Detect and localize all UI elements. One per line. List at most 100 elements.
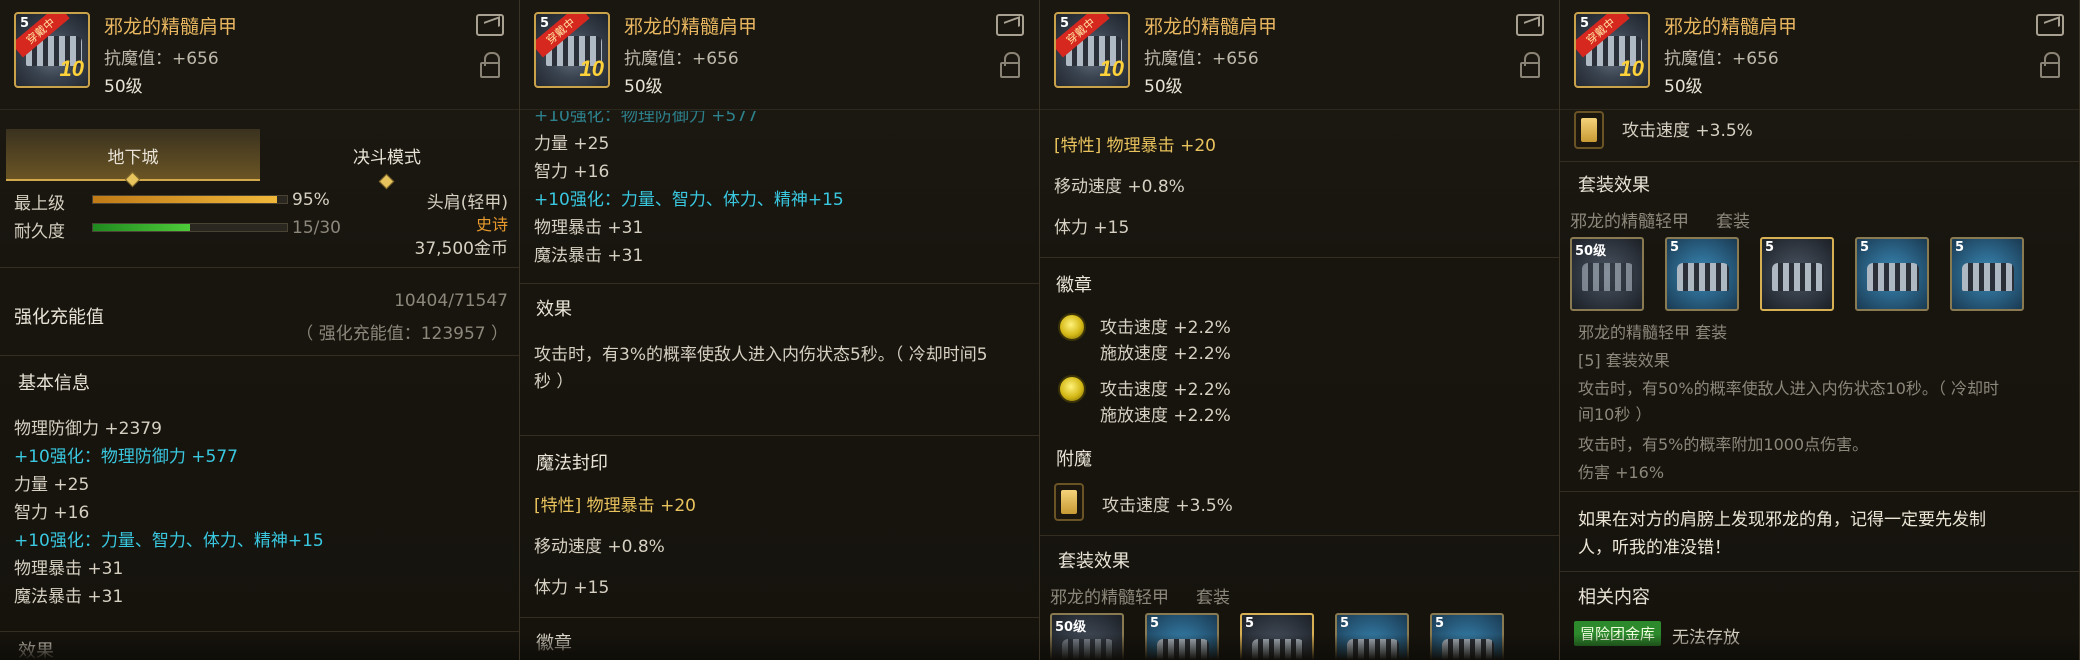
divider bbox=[0, 267, 519, 268]
max-level-bar bbox=[92, 195, 288, 204]
durability-bar bbox=[92, 223, 288, 232]
divider bbox=[0, 355, 519, 356]
icon-enhance-level: 10 bbox=[59, 56, 84, 81]
enchant-label: 附魔 bbox=[1056, 449, 1092, 470]
share-icon[interactable] bbox=[476, 14, 504, 36]
tooltip-body: 攻击速度 +3.5% 套装效果 邪龙的精髓轻甲 套装 50级 5 5 5 5 邪… bbox=[1560, 111, 2079, 660]
share-icon[interactable] bbox=[1516, 14, 1544, 36]
stat-line: 物理暴击 +31 bbox=[14, 559, 124, 579]
lock-icon[interactable] bbox=[2040, 52, 2060, 78]
item-icon[interactable]: 5 穿戴中 10 bbox=[534, 12, 610, 88]
item-level: 50级 bbox=[1144, 77, 1183, 97]
seal-trait: [特性] 物理暴击 +20 bbox=[1054, 136, 1216, 156]
armor-icon bbox=[1582, 263, 1634, 291]
emblem-gem-icon bbox=[1058, 375, 1086, 403]
bottom-fade bbox=[1040, 634, 1559, 660]
set-piece-num: 5 bbox=[1340, 616, 1350, 631]
emblem-stat: 施放速度 +2.2% bbox=[1100, 406, 1231, 426]
tooltip-body: +10强化：物理防御力 +577 力量 +25 智力 +16 +10强化：力量、… bbox=[520, 111, 1039, 660]
seal-trait: [特性] 物理暴击 +20 bbox=[534, 496, 696, 516]
tooltip-panel-4: 5 穿戴中 10 邪龙的精髓肩甲 抗魔值：+656 50级 攻击速度 +3.5%… bbox=[1560, 0, 2080, 660]
tab-dungeon[interactable]: 地下城 bbox=[6, 129, 260, 188]
charge-value: 10404/71547 bbox=[394, 291, 508, 311]
max-level-fill bbox=[93, 196, 278, 203]
bottom-fade bbox=[0, 634, 519, 660]
seal-line: 移动速度 +0.8% bbox=[1054, 177, 1185, 197]
lock-icon[interactable] bbox=[480, 52, 500, 78]
effect-text: 秒 ） bbox=[534, 372, 574, 392]
item-resist: 抗魔值：+656 bbox=[624, 49, 739, 69]
stat-line: 物理暴击 +31 bbox=[534, 218, 644, 238]
charge-label: 强化充能值 bbox=[14, 307, 104, 328]
set-piece-num: 5 bbox=[1670, 240, 1680, 255]
set-bonus-text: 攻击时，有5%的概率附加1000点伤害。 bbox=[1578, 435, 1869, 454]
effect-text: 攻击时，有3%的概率使敌人进入内伤状态5秒。（ 冷却时间5 bbox=[534, 345, 988, 365]
stat-line: +10强化：力量、智力、体力、精神+15 bbox=[534, 190, 844, 210]
set-piece-icon[interactable]: 5 bbox=[1665, 237, 1739, 311]
set-piece-icon[interactable]: 50级 bbox=[1570, 237, 1644, 311]
set-piece-level: 50级 bbox=[1055, 620, 1087, 635]
stat-line: 力量 +25 bbox=[14, 475, 90, 495]
set-piece-icon[interactable]: 5 bbox=[1855, 237, 1929, 311]
set-piece-num: 5 bbox=[1150, 616, 1160, 631]
divider bbox=[1560, 161, 2079, 162]
item-title: 邪龙的精髓肩甲 bbox=[104, 16, 238, 38]
item-price: 37,500金币 bbox=[414, 239, 508, 259]
tab-pvp[interactable]: 决斗模式 bbox=[260, 129, 514, 190]
set-name-line: 邪龙的精髓轻甲 套装 bbox=[1578, 323, 1728, 342]
tooltip-body: [特性] 物理暴击 +20 移动速度 +0.8% 体力 +15 徽章 攻击速度 … bbox=[1040, 111, 1559, 660]
lock-icon[interactable] bbox=[1000, 52, 1020, 78]
item-resist: 抗魔值：+656 bbox=[104, 49, 219, 69]
item-icon[interactable]: 5 穿戴中 10 bbox=[1054, 12, 1130, 88]
divider bbox=[520, 283, 1039, 284]
stat-line: 物理防御力 +2379 bbox=[14, 419, 162, 439]
flavor-text: 如果在对方的肩膀上发现邪龙的角，记得一定要先发制 bbox=[1578, 510, 1986, 530]
tab-diamond-icon bbox=[378, 173, 395, 190]
max-level-label: 最上级 bbox=[14, 194, 65, 214]
icon-enhance-level: 10 bbox=[1619, 56, 1644, 81]
icon-enhance-level: 10 bbox=[579, 56, 604, 81]
item-icon[interactable]: 5 穿戴中 10 bbox=[1574, 12, 1650, 88]
item-level: 50级 bbox=[1664, 77, 1703, 97]
emblem-stat: 攻击速度 +2.2% bbox=[1100, 318, 1231, 338]
stat-line-partial: +10强化：物理防御力 +577 bbox=[534, 111, 758, 126]
set-piece-icon[interactable]: 5 bbox=[1950, 237, 2024, 311]
emblem-label: 徽章 bbox=[1056, 275, 1092, 296]
share-icon[interactable] bbox=[996, 14, 1024, 36]
stat-line: 智力 +16 bbox=[534, 162, 610, 182]
set-bonus-text: 间10秒 ） bbox=[1578, 405, 1652, 424]
item-level: 50级 bbox=[104, 77, 143, 97]
mode-tabs: 地下城 决斗模式 bbox=[6, 129, 514, 190]
tooltip-body: 地下城 决斗模式 最上级 95% 耐久度 15/30 头肩(轻甲) 史诗 37,… bbox=[0, 111, 519, 660]
icon-enhance-level: 10 bbox=[1099, 56, 1124, 81]
related-label: 相关内容 bbox=[1578, 587, 1650, 608]
set-piece-icon[interactable]: 5 bbox=[1760, 237, 1834, 311]
share-icon[interactable] bbox=[2036, 14, 2064, 36]
item-level: 50级 bbox=[624, 77, 663, 97]
durability-label: 耐久度 bbox=[14, 222, 65, 242]
divider bbox=[1040, 257, 1559, 258]
effect-label: 效果 bbox=[536, 299, 572, 320]
divider bbox=[1040, 535, 1559, 536]
armor-icon bbox=[1677, 263, 1729, 291]
set-effect-label: 套装效果 bbox=[1058, 551, 1130, 572]
bottom-fade bbox=[1560, 634, 2079, 660]
enchant-card-icon bbox=[1054, 483, 1084, 521]
item-header: 5 穿戴中 10 邪龙的精髓肩甲 抗魔值：+656 50级 bbox=[1040, 0, 1559, 110]
armor-icon bbox=[1962, 263, 2014, 291]
set-piece-level: 50级 bbox=[1575, 244, 1607, 259]
item-header: 5 穿戴中 10 邪龙的精髓肩甲 抗魔值：+656 50级 bbox=[0, 0, 519, 110]
armor-icon bbox=[1867, 263, 1919, 291]
basic-info-label: 基本信息 bbox=[18, 373, 90, 394]
bottom-fade bbox=[520, 634, 1039, 660]
flavor-text: 人，听我的准没错！ bbox=[1578, 538, 1731, 558]
set-pieces: 50级 5 5 5 5 bbox=[1570, 237, 2070, 311]
set-suffix: 套装 bbox=[1196, 588, 1230, 608]
set-piece-num: 5 bbox=[1860, 240, 1870, 255]
tooltip-panel-1: 5 穿戴中 10 邪龙的精髓肩甲 抗魔值：+656 50级 地下城 决斗模式 最… bbox=[0, 0, 520, 660]
seal-line: 移动速度 +0.8% bbox=[534, 537, 665, 557]
lock-icon[interactable] bbox=[1520, 52, 1540, 78]
enchant-card-icon bbox=[1574, 111, 1604, 149]
item-icon[interactable]: 5 穿戴中 10 bbox=[14, 12, 90, 88]
item-title: 邪龙的精髓肩甲 bbox=[624, 16, 758, 38]
